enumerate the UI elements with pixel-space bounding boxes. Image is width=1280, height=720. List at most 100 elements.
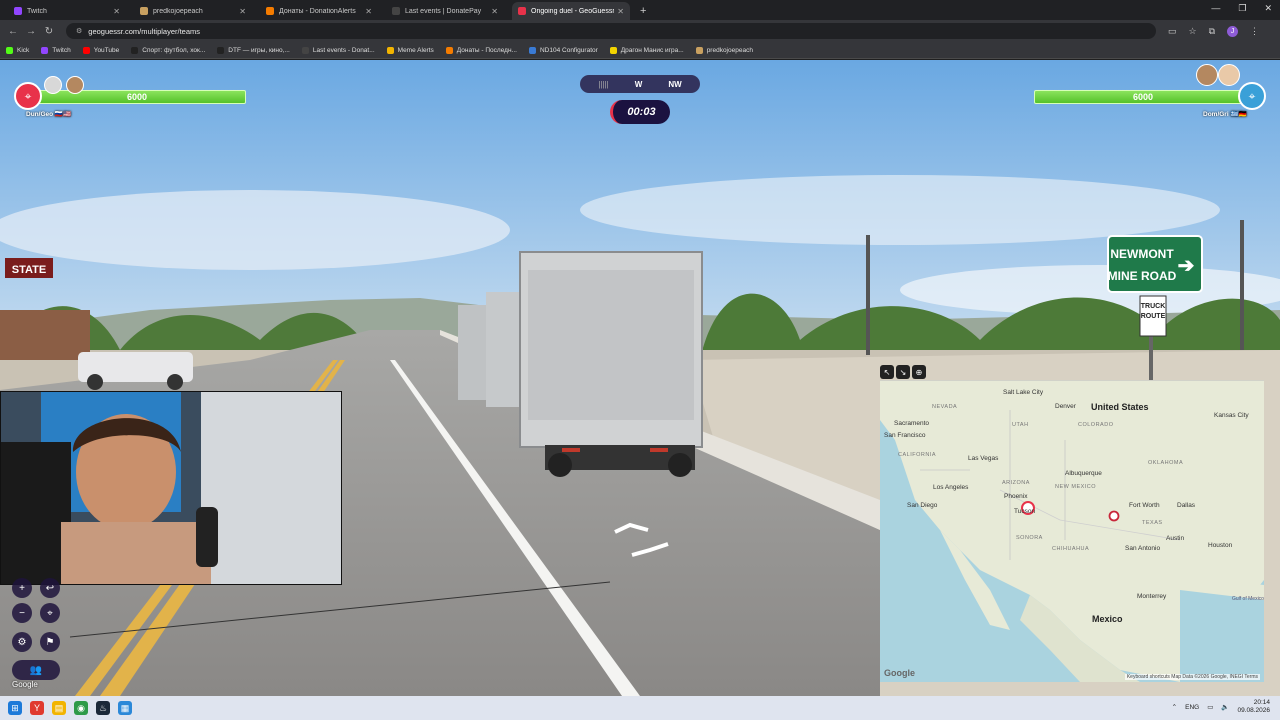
bookmark-label: DTF — игры, кино,... (228, 46, 290, 54)
team-chat-button[interactable]: 👥 (12, 660, 60, 680)
map-google-logo: Google (884, 668, 915, 678)
back-icon[interactable]: ← (4, 26, 22, 37)
guess-map[interactable]: United States Mexico Salt Lake City Denv… (880, 380, 1264, 682)
map-city-label: Austin (1166, 535, 1185, 542)
map-label-country: Mexico (1092, 614, 1123, 624)
map-expand-icon[interactable]: ↘ (896, 365, 910, 379)
profile-avatar[interactable]: J (1227, 25, 1239, 37)
bookmark-label: YouTube (93, 46, 120, 54)
tab-label: Ongoing duel - GeoGuessr (531, 7, 615, 15)
zoom-in-button[interactable]: + (12, 578, 32, 598)
map-city-label: Fort Worth (1129, 502, 1160, 509)
map-city-label: Kansas City (1214, 412, 1249, 419)
start-icon[interactable]: ⊞ (8, 701, 22, 715)
menu-icon[interactable]: ⋮ (1250, 26, 1259, 37)
road-sign-line2: MINE ROAD (1108, 269, 1177, 283)
bookmark-item[interactable]: Спорт: футбол, хок... (131, 46, 206, 54)
tray-chevron-icon[interactable]: ⌃ (1172, 703, 1177, 711)
map-state-label: UTAH (1012, 422, 1029, 428)
close-window-icon[interactable]: ✕ (1264, 3, 1272, 14)
webcam-feed (1, 392, 341, 584)
clock[interactable]: 20:14 09.08.2026 (1237, 699, 1270, 715)
browser-tab[interactable]: predkojoepeach ✕ (134, 2, 252, 20)
install-app-icon[interactable]: ▭ (1168, 26, 1177, 37)
bookmark-item[interactable]: Драгон Манис игра... (609, 46, 684, 54)
tab-close-icon[interactable]: ✕ (365, 7, 372, 16)
map-canvas[interactable] (880, 380, 1264, 682)
bookmark-favicon-icon (695, 46, 703, 54)
settings-gear-icon[interactable]: ⚙ (12, 632, 32, 652)
tab-favicon-icon (140, 7, 148, 15)
yandex-icon[interactable]: Y (30, 701, 44, 715)
extensions-icon[interactable]: ⧉ (1209, 26, 1215, 37)
map-pin-mode-icon[interactable]: ⊕ (912, 365, 926, 379)
browser-tab[interactable]: Донаты - DonationAlerts ✕ (260, 2, 378, 20)
bookmark-item[interactable]: Twitch (41, 46, 71, 54)
minimize-icon[interactable]: — (1211, 3, 1220, 14)
bookmark-item[interactable]: Донаты - Последн... (445, 46, 517, 54)
road-sign-arrow: ➔ (1178, 255, 1195, 277)
map-state-label: COLORADO (1078, 422, 1114, 428)
forward-icon[interactable]: → (22, 26, 40, 37)
bookmark-item[interactable]: Meme Alerts (386, 46, 434, 54)
notepad-icon[interactable]: ▦ (118, 701, 132, 715)
right-team-name: Dom/Gri 🇬🇷🇩🇪 (1203, 111, 1247, 118)
left-team-hp-bar: 6000 (28, 90, 246, 104)
map-state-label: NEW MEXICO (1055, 484, 1097, 490)
map-city-label: Dallas (1177, 502, 1196, 509)
site-info-icon[interactable]: ⚙ (76, 27, 82, 35)
flag-checkpoint-icon[interactable]: ⚑ (40, 632, 60, 652)
map-state-label: CHIHUAHUA (1052, 546, 1090, 552)
bookmark-label: Спорт: футбол, хок... (142, 46, 206, 54)
bookmark-item[interactable]: Kick (6, 46, 29, 54)
window-controls: — ❐ ✕ (1211, 3, 1272, 14)
tab-favicon-icon (518, 7, 526, 15)
streetview-panorama[interactable]: STATE NEWMONT MINE ROAD ➔ TRUCK ROUTE 60… (0, 60, 1280, 696)
zoom-out-button[interactable]: − (12, 603, 32, 623)
tab-close-icon[interactable]: ✕ (491, 7, 498, 16)
map-city-label: Albuquerque (1065, 470, 1102, 477)
tab-close-icon[interactable]: ✕ (617, 7, 624, 16)
bookmark-item[interactable]: DTF — игры, кино,... (217, 46, 290, 54)
tab-close-icon[interactable]: ✕ (113, 7, 120, 16)
map-city-label: Salt Lake City (1003, 389, 1044, 396)
compass-ticks: ||||| (598, 79, 609, 89)
bookmark-item[interactable]: ND104 Configurator (528, 46, 598, 54)
chrome-icon[interactable]: ◉ (74, 701, 88, 715)
steam-icon[interactable]: ♨ (96, 701, 110, 715)
streamer-webcam (0, 391, 342, 585)
road-sign-line1: NEWMONT (1110, 247, 1174, 261)
explorer-icon[interactable]: ▤ (52, 701, 66, 715)
tab-close-icon[interactable]: ✕ (239, 7, 246, 16)
browser-tab[interactable]: Twitch ✕ (8, 2, 126, 20)
left-player-avatar-1 (44, 76, 62, 94)
map-shrink-icon[interactable]: ↖ (880, 365, 894, 379)
network-icon[interactable]: ▭ (1207, 703, 1213, 711)
reload-icon[interactable]: ↻ (40, 26, 58, 37)
map-attribution: Keyboard shortcuts Map Data ©2026 Google… (1124, 674, 1260, 680)
left-team-name: Dun/Geo 🇷🇺🇺🇸 (26, 111, 72, 118)
map-city-label: Monterrey (1137, 593, 1167, 600)
volume-icon[interactable]: 🔈 (1221, 703, 1229, 711)
browser-tab[interactable]: Last events | DonatePay ✕ (386, 2, 504, 20)
bookmark-star-icon[interactable]: ☆ (1189, 26, 1197, 37)
truck-route-line2: ROUTE (1141, 313, 1166, 320)
map-city-label: Houston (1208, 542, 1233, 549)
url-text: geoguessr.com/multiplayer/teams (88, 26, 200, 36)
url-field[interactable]: ⚙ geoguessr.com/multiplayer/teams (66, 23, 1156, 39)
language-indicator[interactable]: ENG (1185, 704, 1199, 711)
bookmark-label: Twitch (52, 46, 71, 54)
tab-favicon-icon (14, 7, 22, 15)
return-start-button[interactable]: ↩ (40, 578, 60, 598)
bookmark-item[interactable]: YouTube (82, 46, 120, 54)
bookmark-favicon-icon (609, 46, 617, 54)
new-tab-button[interactable]: + (640, 2, 646, 20)
tab-label: predkojoepeach (153, 7, 203, 15)
bookmark-item[interactable]: predkojoepeach (695, 46, 753, 54)
pin-location-icon[interactable]: ⌖ (40, 603, 60, 623)
compass-next: NW (668, 79, 682, 89)
maximize-icon[interactable]: ❐ (1238, 3, 1246, 14)
bookmark-item[interactable]: Last events - Donat... (301, 46, 375, 54)
browser-tab[interactable]: Ongoing duel - GeoGuessr ✕ (512, 2, 630, 20)
address-bar-row: ← → ↻ ⚙ geoguessr.com/multiplayer/teams … (0, 20, 1280, 42)
